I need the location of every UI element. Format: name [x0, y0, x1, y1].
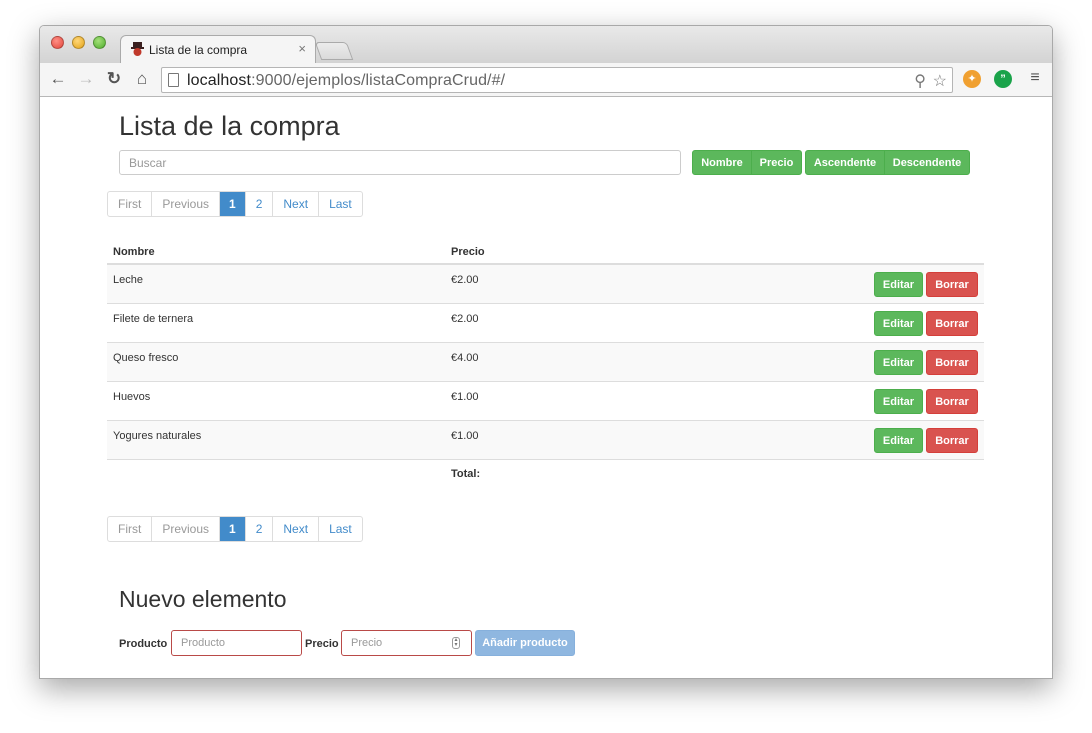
url-text: localhost:9000/ejemplos/listaCompraCrud/… [187, 72, 506, 89]
table-row: Yogures naturales €1.00 Editar Borrar [107, 421, 984, 460]
sort-by-price-button[interactable]: Precio [751, 150, 802, 175]
favicon-icon [131, 42, 144, 56]
precio-label: Precio [305, 638, 339, 650]
table-header: Nombre Precio [107, 236, 984, 265]
delete-button[interactable]: Borrar [926, 389, 978, 414]
pager-page-1[interactable]: 1 [220, 517, 246, 541]
browser-toolbar: ← → ↻ ⌂ localhost:9000/ejemplos/listaCom… [40, 63, 1052, 97]
extension-basket-icon[interactable]: ✦ [963, 70, 981, 88]
table-row: Filete de ternera €2.00 Editar Borrar [107, 304, 984, 343]
row-name: Huevos [113, 391, 151, 403]
new-item-title: Nuevo elemento [119, 586, 287, 612]
close-window-button[interactable] [51, 36, 64, 49]
header-precio: Precio [451, 246, 485, 258]
pager-last[interactable]: Last [319, 192, 362, 216]
pager-page-1[interactable]: 1 [220, 192, 246, 216]
row-price: €1.00 [451, 430, 479, 442]
row-price: €1.00 [451, 391, 479, 403]
total-label: Total: [451, 468, 481, 480]
maximize-window-button[interactable] [93, 36, 106, 49]
edit-button[interactable]: Editar [874, 389, 923, 414]
pager-first[interactable]: First [108, 517, 153, 541]
pager-next[interactable]: Next [273, 517, 320, 541]
address-bar[interactable]: localhost:9000/ejemplos/listaCompraCrud/… [161, 67, 953, 93]
table-total-row: Total: [107, 460, 984, 488]
bookmark-star-icon[interactable]: ☆ [933, 71, 947, 91]
sort-by-name-button[interactable]: Nombre [692, 150, 752, 175]
minimize-window-button[interactable] [72, 36, 85, 49]
reload-icon[interactable]: ↻ [104, 69, 124, 89]
back-arrow-icon[interactable]: ← [48, 69, 68, 89]
row-price: €2.00 [451, 274, 479, 286]
row-name: Leche [113, 274, 143, 286]
pager-previous[interactable]: Previous [152, 192, 221, 216]
add-product-button[interactable]: Añadir producto [475, 630, 575, 656]
pager-page-2[interactable]: 2 [246, 517, 274, 541]
table-row: Huevos €1.00 Editar Borrar [107, 382, 984, 421]
pagination-top: First Previous 1 2 Next Last [107, 191, 363, 217]
pager-next[interactable]: Next [273, 192, 320, 216]
row-name: Queso fresco [113, 352, 179, 364]
pager-page-2[interactable]: 2 [246, 192, 274, 216]
new-tab-button[interactable] [314, 42, 354, 60]
pagination-bottom: First Previous 1 2 Next Last [107, 516, 363, 542]
delete-button[interactable]: Borrar [926, 272, 978, 297]
shopping-table: Nombre Precio Leche €2.00 Editar Borrar … [107, 236, 984, 488]
tab-close-icon[interactable]: × [298, 41, 306, 56]
page-content: Lista de la compra Nombre Precio Ascende… [40, 98, 1052, 678]
table-row: Leche €2.00 Editar Borrar [107, 265, 984, 304]
pager-first[interactable]: First [108, 192, 153, 216]
browser-tab[interactable]: Lista de la compra × [120, 35, 316, 64]
forward-arrow-icon[interactable]: → [76, 69, 96, 89]
producto-label: Producto [119, 638, 168, 650]
zoom-icon[interactable]: ⚲ [914, 71, 926, 91]
search-input[interactable] [119, 150, 681, 175]
pager-previous[interactable]: Previous [152, 517, 221, 541]
number-spinner-icon[interactable]: ▴ ▾ [452, 637, 460, 649]
page-title: Lista de la compra [119, 111, 340, 141]
table-row: Queso fresco €4.00 Editar Borrar [107, 343, 984, 382]
menu-icon[interactable]: ≡ [1025, 69, 1045, 87]
delete-button[interactable]: Borrar [926, 428, 978, 453]
descending-button[interactable]: Descendente [884, 150, 970, 175]
row-price: €2.00 [451, 313, 479, 325]
header-nombre: Nombre [113, 246, 155, 258]
title-bar: Lista de la compra × [40, 26, 1052, 64]
delete-button[interactable]: Borrar [926, 311, 978, 336]
extension-quote-icon[interactable]: ” [994, 70, 1012, 88]
row-price: €4.00 [451, 352, 479, 364]
delete-button[interactable]: Borrar [926, 350, 978, 375]
tab-title: Lista de la compra [149, 43, 248, 57]
browser-window: Lista de la compra × ← → ↻ ⌂ localhost:9… [39, 25, 1053, 679]
edit-button[interactable]: Editar [874, 428, 923, 453]
row-name: Yogures naturales [113, 430, 202, 442]
edit-button[interactable]: Editar [874, 311, 923, 336]
edit-button[interactable]: Editar [874, 272, 923, 297]
ascending-button[interactable]: Ascendente [805, 150, 885, 175]
producto-input[interactable] [171, 630, 302, 656]
page-icon [168, 73, 179, 87]
row-name: Filete de ternera [113, 313, 194, 325]
edit-button[interactable]: Editar [874, 350, 923, 375]
pager-last[interactable]: Last [319, 517, 362, 541]
home-icon[interactable]: ⌂ [132, 69, 152, 89]
